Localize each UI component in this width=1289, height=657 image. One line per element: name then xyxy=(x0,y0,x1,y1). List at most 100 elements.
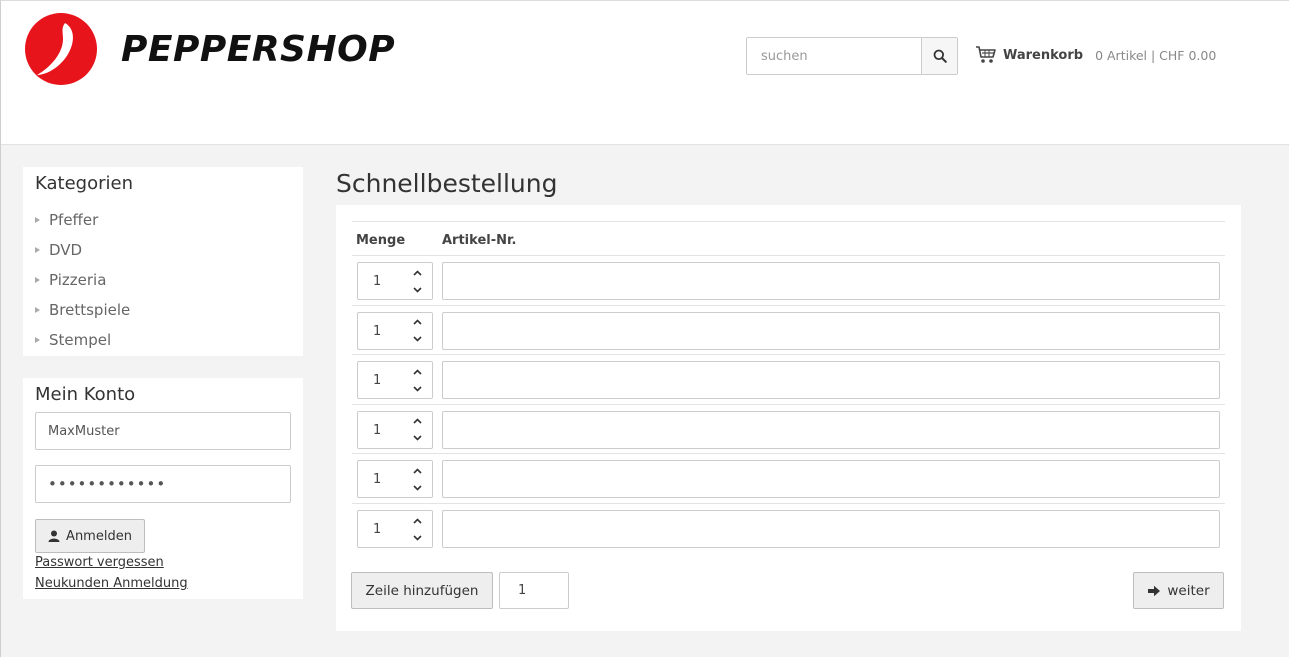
category-label: Pizzeria xyxy=(49,271,107,289)
stepper-arrows xyxy=(408,512,426,546)
cart[interactable]: Warenkorb 0 Artikel | CHF 0.00 xyxy=(975,43,1216,67)
chevron-up-icon xyxy=(412,369,422,375)
cart-label[interactable]: Warenkorb xyxy=(1003,48,1083,63)
pepper-logo-icon xyxy=(25,13,97,85)
login-button-label: Anmelden xyxy=(66,528,132,544)
quantity-value[interactable]: 1 xyxy=(373,373,381,388)
chevron-up-icon xyxy=(412,269,422,276)
table-row: 1 xyxy=(352,503,1225,552)
category-item-stempel[interactable]: Stempel xyxy=(35,325,130,355)
quick-order-panel: Menge Artikel-Nr. 1 1 1 1 1 1 Zeile hinzufüge… xyxy=(336,205,1241,631)
account-box: Mein Konto Anmelden Passwort vergessen N… xyxy=(23,378,303,599)
chevron-down-icon xyxy=(412,386,422,392)
logo-text: PEPPERSHOP xyxy=(121,29,396,70)
caret-right-icon xyxy=(35,217,40,223)
next-button-label: weiter xyxy=(1167,582,1210,599)
chevron-up-icon xyxy=(412,418,422,424)
chevron-down-icon xyxy=(412,534,422,541)
caret-right-icon xyxy=(35,307,40,313)
chevron-down-icon xyxy=(412,485,422,491)
stepper-up-button[interactable] xyxy=(408,363,426,380)
cart-icon xyxy=(976,46,996,63)
stepper-up-button[interactable] xyxy=(408,512,426,529)
quantity-stepper[interactable]: 1 xyxy=(357,311,433,350)
header: PEPPERSHOP Warenkorb 0 Artikel | CHF 0.0… xyxy=(1,1,1289,145)
stepper-arrows xyxy=(408,363,426,397)
chevron-down-icon xyxy=(412,435,422,441)
quantity-value[interactable]: 1 xyxy=(373,274,381,289)
stepper-down-button[interactable] xyxy=(408,281,426,298)
stepper-down-button[interactable] xyxy=(408,479,426,496)
article-number-input[interactable] xyxy=(442,262,1220,300)
caret-right-icon xyxy=(35,277,40,283)
caret-right-icon xyxy=(35,337,40,343)
category-item-pfeffer[interactable]: Pfeffer xyxy=(35,205,130,235)
category-item-pizzeria[interactable]: Pizzeria xyxy=(35,265,130,295)
column-header-article: Artikel-Nr. xyxy=(442,233,517,248)
article-number-input[interactable] xyxy=(442,460,1220,499)
chevron-up-icon xyxy=(412,468,422,474)
quantity-stepper[interactable]: 1 xyxy=(357,410,433,449)
chevron-up-icon xyxy=(412,319,422,325)
divider xyxy=(352,221,1225,222)
logo[interactable]: PEPPERSHOP xyxy=(21,9,421,99)
chevron-down-icon xyxy=(412,336,422,342)
category-label: Pfeffer xyxy=(49,211,99,229)
category-label: Brettspiele xyxy=(49,301,131,319)
forgot-password-link[interactable]: Passwort vergessen xyxy=(35,555,164,570)
add-row-button[interactable]: Zeile hinzufügen xyxy=(351,572,493,609)
stepper-arrows xyxy=(408,462,426,496)
quantity-stepper[interactable]: 1 xyxy=(357,361,433,400)
login-button[interactable]: Anmelden xyxy=(35,519,145,553)
account-title: Mein Konto xyxy=(35,384,136,405)
stepper-up-button[interactable] xyxy=(408,462,426,479)
username-field[interactable] xyxy=(35,412,291,450)
article-number-input[interactable] xyxy=(442,410,1220,449)
article-number-input[interactable] xyxy=(442,361,1220,400)
quantity-value[interactable]: 1 xyxy=(373,472,381,487)
quantity-stepper[interactable]: 1 xyxy=(357,262,433,300)
quantity-stepper[interactable]: 1 xyxy=(357,460,433,499)
user-icon xyxy=(48,530,60,542)
stepper-down-button[interactable] xyxy=(408,380,426,397)
table-row: 1 xyxy=(352,403,1225,453)
quantity-value[interactable]: 1 xyxy=(373,522,381,537)
stepper-up-button[interactable] xyxy=(408,264,426,281)
quantity-stepper[interactable]: 1 xyxy=(357,510,433,548)
category-label: Stempel xyxy=(49,331,112,349)
quantity-value[interactable]: 1 xyxy=(373,423,381,438)
search-button[interactable] xyxy=(921,38,957,74)
stepper-down-button[interactable] xyxy=(408,331,426,348)
search-input[interactable] xyxy=(747,38,921,74)
stepper-down-button[interactable] xyxy=(408,529,426,546)
chevron-up-icon xyxy=(412,517,422,524)
table-row: 1 xyxy=(352,453,1225,502)
search-box xyxy=(746,37,958,75)
categories-list: Pfeffer DVD Pizzeria Brettspiele Stempel xyxy=(35,205,130,355)
article-number-input[interactable] xyxy=(442,311,1220,350)
table-row: 1 xyxy=(352,354,1225,403)
stepper-down-button[interactable] xyxy=(408,430,426,447)
add-row-count-input[interactable]: 1 xyxy=(499,572,569,609)
arrow-right-icon xyxy=(1148,585,1161,596)
stepper-arrows xyxy=(408,413,426,447)
column-header-qty: Menge xyxy=(356,233,406,248)
article-number-input[interactable] xyxy=(442,510,1220,548)
next-button[interactable]: weiter xyxy=(1133,572,1224,609)
stepper-arrows xyxy=(408,264,426,298)
category-label: DVD xyxy=(49,241,83,259)
category-item-dvd[interactable]: DVD xyxy=(35,235,130,265)
stepper-up-button[interactable] xyxy=(408,314,426,331)
password-field[interactable] xyxy=(35,465,291,503)
category-item-brettspiele[interactable]: Brettspiele xyxy=(35,295,130,325)
quantity-value[interactable]: 1 xyxy=(373,324,381,339)
page-title: Schnellbestellung xyxy=(336,169,558,198)
chevron-down-icon xyxy=(412,286,422,293)
table-row: 1 xyxy=(352,304,1225,354)
register-link[interactable]: Neukunden Anmeldung xyxy=(35,576,188,591)
categories-box: Kategorien Pfeffer DVD Pizzeria Brettspi… xyxy=(23,167,303,356)
table-row: 1 xyxy=(352,255,1225,304)
stepper-up-button[interactable] xyxy=(408,413,426,430)
stepper-arrows xyxy=(408,314,426,348)
categories-title: Kategorien xyxy=(35,173,133,194)
